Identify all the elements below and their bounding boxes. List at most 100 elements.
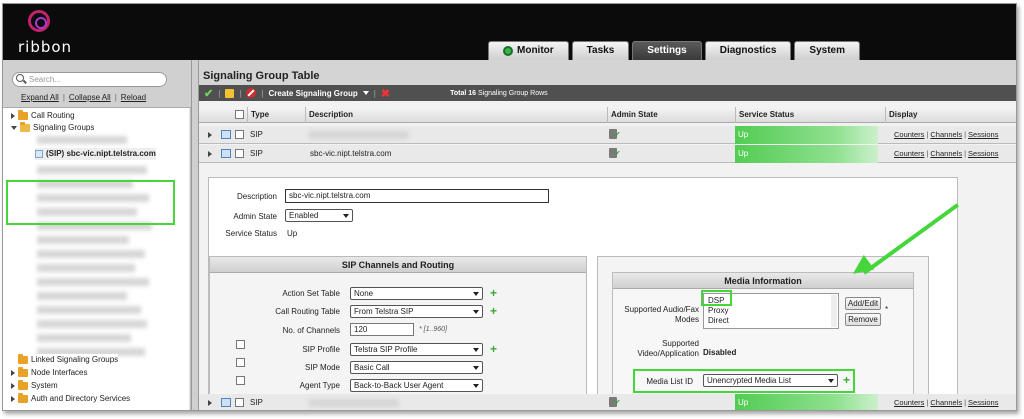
expand-arrow-icon[interactable] — [11, 383, 15, 389]
dropdown-arrow-icon[interactable] — [362, 91, 369, 95]
tree-item-system[interactable]: System — [11, 380, 58, 392]
row-checkbox[interactable] — [235, 398, 244, 407]
tree-item-node-interfaces[interactable]: Node Interfaces — [11, 367, 87, 379]
toolbar-separator: | — [239, 88, 242, 98]
tree-label: Linked Signaling Groups — [31, 355, 119, 364]
tree-item-auth-directory[interactable]: Auth and Directory Services — [11, 393, 130, 405]
collapse-arrow-icon[interactable] — [11, 126, 17, 130]
grid-icon[interactable] — [221, 130, 231, 139]
tree-label: Call Routing — [31, 111, 75, 120]
list-item[interactable]: Proxy — [708, 306, 728, 315]
expand-all-link[interactable]: Expand All — [21, 93, 59, 102]
row-checkbox[interactable] — [235, 130, 244, 139]
table-header: Type Description Admin State Service Sta… — [199, 107, 1016, 123]
redacted-tree-item — [37, 136, 127, 144]
sip-mode-checkbox[interactable] — [236, 358, 245, 367]
agent-type-label: Agent Type — [299, 381, 340, 390]
expand-row-icon[interactable] — [208, 151, 212, 157]
apply-check-icon[interactable]: ✔ — [204, 87, 213, 100]
grid-icon[interactable] — [221, 398, 231, 407]
counters-link[interactable]: Counters — [894, 149, 924, 158]
list-scrollbar[interactable] — [831, 295, 837, 327]
disable-icon[interactable] — [246, 88, 257, 98]
row-checkbox[interactable] — [235, 149, 244, 158]
channels-field[interactable]: 120 — [350, 323, 414, 336]
agent-type-checkbox[interactable] — [236, 376, 245, 385]
call-routing-table-select[interactable]: From Telstra SIP — [350, 305, 483, 318]
search-input[interactable]: Search... — [12, 72, 167, 87]
table-row[interactable]: SIP sbc-vic.nipt.telstra.com Up Counters… — [199, 145, 1016, 163]
tab-label: Diagnostics — [719, 45, 777, 56]
sessions-link[interactable]: Sessions — [968, 149, 998, 158]
link-separator: | — [964, 149, 967, 158]
chevron-down-icon — [473, 366, 479, 370]
link-separator: | — [964, 130, 967, 139]
chevron-down-icon — [473, 384, 479, 388]
sbc-window: ribbon Monitor Tasks Settings Diagnostic… — [2, 3, 1017, 411]
remove-button[interactable]: Remove — [845, 313, 881, 326]
channels-link[interactable]: Channels — [930, 149, 962, 158]
add-edit-button[interactable]: Add/Edit — [845, 297, 881, 310]
agent-type-select[interactable]: Back-to-Back User Agent — [350, 379, 483, 392]
display-links: Counters | Channels | Sessions — [894, 126, 998, 144]
tab-system[interactable]: System — [794, 41, 860, 60]
create-signaling-group-button[interactable]: Create Signaling Group — [268, 89, 357, 98]
expand-arrow-icon[interactable] — [11, 396, 15, 402]
tab-monitor[interactable]: Monitor — [488, 41, 569, 60]
grid-icon[interactable] — [221, 149, 231, 158]
col-service-status[interactable]: Service Status — [735, 107, 885, 123]
counters-link[interactable]: Counters — [894, 130, 924, 139]
reload-link[interactable]: Reload — [121, 93, 146, 102]
col-description[interactable]: Description — [305, 107, 607, 123]
list-item[interactable]: Direct — [708, 316, 729, 325]
select-value: From Telstra SIP — [354, 307, 414, 316]
expand-arrow-icon[interactable] — [11, 370, 15, 376]
table-row[interactable]: SIP Up Counters|Channels|Sessions — [199, 126, 1016, 144]
channels-link[interactable]: Channels — [930, 398, 962, 407]
select-all-checkbox[interactable] — [235, 110, 244, 119]
expand-row-icon[interactable] — [208, 400, 212, 406]
add-icon[interactable]: + — [490, 343, 497, 355]
display-links: Counters | Channels | Sessions — [894, 145, 998, 163]
sip-profile-checkbox[interactable] — [236, 340, 245, 349]
splitter[interactable] — [191, 60, 199, 410]
tab-tasks[interactable]: Tasks — [571, 41, 630, 60]
add-icon[interactable]: + — [490, 287, 497, 299]
sip-mode-label: SIP Mode — [305, 363, 340, 372]
admin-state-select[interactable]: Enabled — [285, 209, 353, 222]
tab-diagnostics[interactable]: Diagnostics — [704, 41, 792, 60]
table-row[interactable]: SIP Up Counters|Channels|Sessions — [199, 394, 1016, 410]
link-separator: | — [926, 398, 929, 407]
admin-enabled-icon — [609, 129, 621, 139]
sip-profile-select[interactable]: Telstra SIP Profile — [350, 343, 483, 356]
delete-icon[interactable]: ✖ — [381, 87, 390, 100]
nav-toolbar: Search... Expand All | Collapse All | Reload — [3, 60, 191, 108]
tree-item-signaling-groups[interactable]: Signaling Groups — [11, 122, 94, 134]
tree-controls: Expand All | Collapse All | Reload — [21, 93, 146, 102]
edit-icon[interactable] — [225, 88, 235, 98]
sip-profile-label: SIP Profile — [302, 345, 340, 354]
main-content: Signaling Group Table ✔ | | | Create Sig… — [199, 60, 1016, 410]
add-icon[interactable]: + — [490, 305, 497, 317]
channels-label: No. of Channels — [282, 326, 340, 335]
description-field[interactable]: sbc-vic.nipt.telstra.com — [285, 189, 549, 203]
sessions-link[interactable]: Sessions — [968, 398, 998, 407]
tree-item-selected-signaling-group[interactable]: (SIP) sbc-vic.nipt.telstra.com — [35, 148, 156, 160]
status-up: Up — [735, 145, 878, 163]
counters-link[interactable]: Counters — [894, 398, 924, 407]
tab-settings[interactable]: Settings — [632, 41, 702, 60]
expand-arrow-icon[interactable] — [11, 113, 15, 119]
collapse-all-link[interactable]: Collapse All — [69, 93, 111, 102]
sessions-link[interactable]: Sessions — [968, 130, 998, 139]
action-set-table-select[interactable]: None — [350, 287, 483, 300]
sip-mode-select[interactable]: Basic Call — [350, 361, 483, 374]
col-admin-state[interactable]: Admin State — [607, 107, 735, 123]
expand-row-icon[interactable] — [208, 132, 212, 138]
tree-item-linked-signaling-groups[interactable]: Linked Signaling Groups — [11, 354, 119, 366]
col-display[interactable]: Display — [885, 107, 1016, 123]
channels-link[interactable]: Channels — [930, 130, 962, 139]
tree-item-call-routing[interactable]: Call Routing — [11, 110, 75, 122]
admin-enabled-icon — [609, 397, 621, 407]
col-type[interactable]: Type — [247, 107, 305, 123]
signaling-group-icon — [35, 150, 43, 158]
